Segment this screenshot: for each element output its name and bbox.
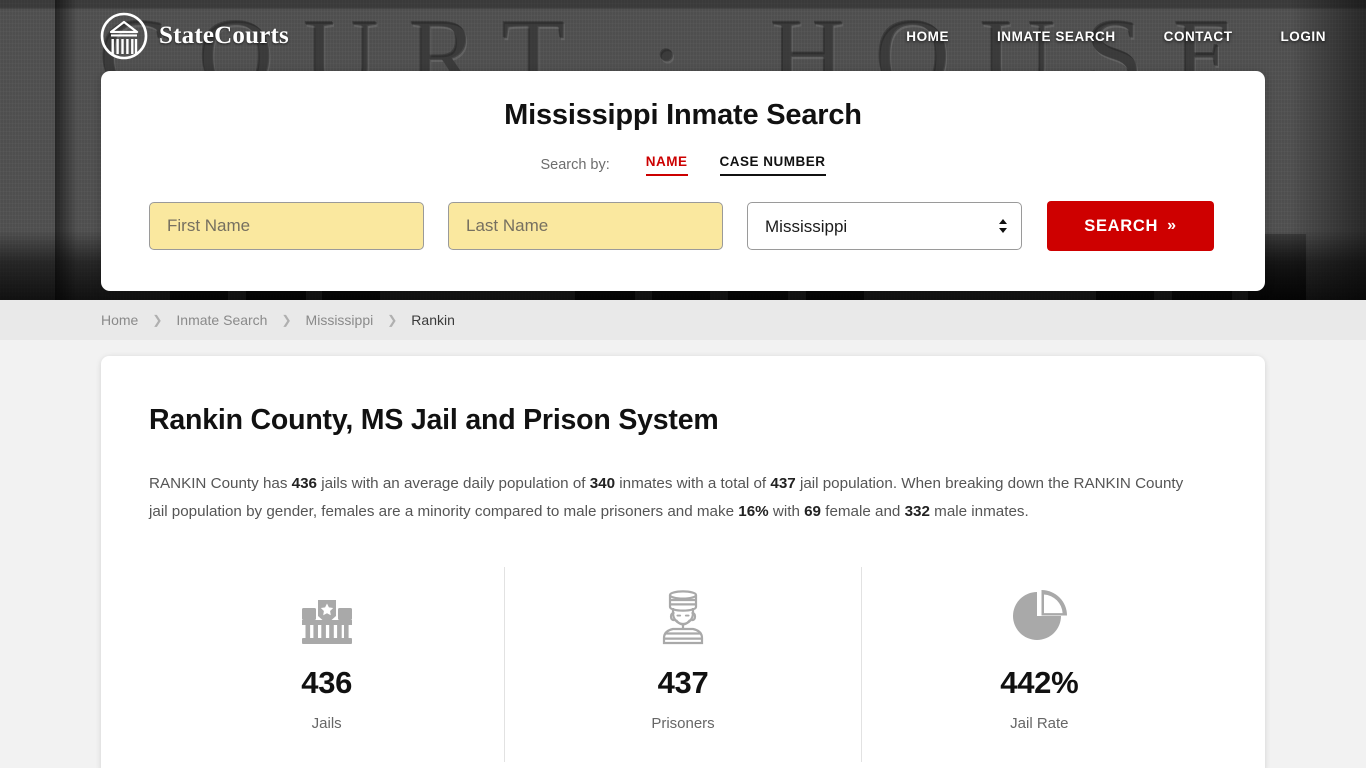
search-button[interactable]: SEARCH » — [1047, 201, 1214, 251]
nav-item-login[interactable]: LOGIN — [1257, 23, 1327, 50]
search-by-row: Search by: NAME CASE NUMBER — [101, 154, 1265, 176]
stats-row: 436 Jails — [149, 567, 1217, 762]
intro-text: with — [769, 503, 804, 520]
double-chevron-right-icon: » — [1167, 218, 1177, 234]
brand-logo[interactable]: StateCourts — [100, 12, 289, 60]
nav-links: HOME INMATE SEARCH CONTACT LOGIN — [882, 23, 1326, 50]
stat-card-prisoners: 437 Prisoners — [504, 567, 860, 762]
nav-item-inmate-search[interactable]: INMATE SEARCH — [973, 23, 1140, 50]
stat-card-jails: 436 Jails — [149, 567, 504, 762]
breadcrumb-separator-icon: ❯ — [387, 313, 397, 327]
last-name-input[interactable] — [448, 202, 723, 250]
breadcrumb-item-mississippi[interactable]: Mississippi — [306, 312, 374, 328]
state-select-wrapper: Mississippi — [747, 202, 1022, 250]
nav-item-contact[interactable]: CONTACT — [1140, 23, 1257, 50]
intro-text: jails with an average daily population o… — [317, 475, 590, 492]
intro-text: female and — [821, 503, 905, 520]
stat-value-jails: 436 — [149, 665, 504, 701]
stat-adp-inline: 340 — [590, 475, 615, 492]
brand-name: StateCourts — [159, 22, 289, 50]
first-name-input[interactable] — [149, 202, 424, 250]
search-by-label: Search by: — [540, 157, 609, 173]
search-form: Mississippi SEARCH » — [101, 201, 1265, 251]
stat-card-jail-rate: 442% Jail Rate — [861, 567, 1217, 762]
stat-total-inline: 437 — [770, 475, 795, 492]
tab-search-by-name[interactable]: NAME — [646, 154, 688, 176]
breadcrumb-item-inmate-search[interactable]: Inmate Search — [176, 312, 267, 328]
stat-label-jails: Jails — [149, 715, 504, 732]
breadcrumb-separator-icon: ❯ — [281, 313, 291, 327]
county-content-card: Rankin County, MS Jail and Prison System… — [101, 356, 1265, 768]
stat-jails-inline: 436 — [292, 475, 317, 492]
page-title: Rankin County, MS Jail and Prison System — [149, 404, 1217, 437]
intro-text: inmates with a total of — [615, 475, 770, 492]
top-navigation-bar: StateCourts HOME INMATE SEARCH CONTACT L… — [0, 0, 1366, 72]
stat-label-prisoners: Prisoners — [505, 715, 860, 732]
nav-item-home[interactable]: HOME — [882, 23, 973, 50]
intro-text: male inmates. — [930, 503, 1029, 520]
pie-chart-icon — [862, 585, 1217, 647]
breadcrumb-item-home[interactable]: Home — [101, 312, 138, 328]
inmate-search-card: Mississippi Inmate Search Search by: NAM… — [101, 71, 1265, 291]
breadcrumb-separator-icon: ❯ — [152, 313, 162, 327]
stat-value-jail-rate: 442% — [862, 665, 1217, 701]
courthouse-circle-logo-icon — [100, 12, 148, 60]
jail-building-icon — [149, 585, 504, 647]
stat-label-jail-rate: Jail Rate — [862, 715, 1217, 732]
search-card-title: Mississippi Inmate Search — [101, 99, 1265, 132]
stat-male-count-inline: 332 — [905, 503, 930, 520]
stat-female-count-inline: 69 — [804, 503, 821, 520]
tab-search-by-case-number[interactable]: CASE NUMBER — [720, 154, 826, 176]
prisoner-icon — [505, 585, 860, 647]
hero-banner: COURT · HOUSE StateCourts HOME — [0, 0, 1366, 300]
breadcrumb-item-rankin: Rankin — [411, 312, 455, 328]
stat-female-pct-inline: 16% — [738, 503, 768, 520]
breadcrumb: Home ❯ Inmate Search ❯ Mississippi ❯ Ran… — [0, 300, 1366, 340]
search-button-label: SEARCH — [1084, 217, 1158, 236]
intro-text: RANKIN County has — [149, 475, 292, 492]
stat-value-prisoners: 437 — [505, 665, 860, 701]
page-body: Rankin County, MS Jail and Prison System… — [0, 340, 1366, 768]
state-select[interactable]: Mississippi — [747, 202, 1022, 250]
county-summary-paragraph: RANKIN County has 436 jails with an aver… — [149, 470, 1191, 526]
